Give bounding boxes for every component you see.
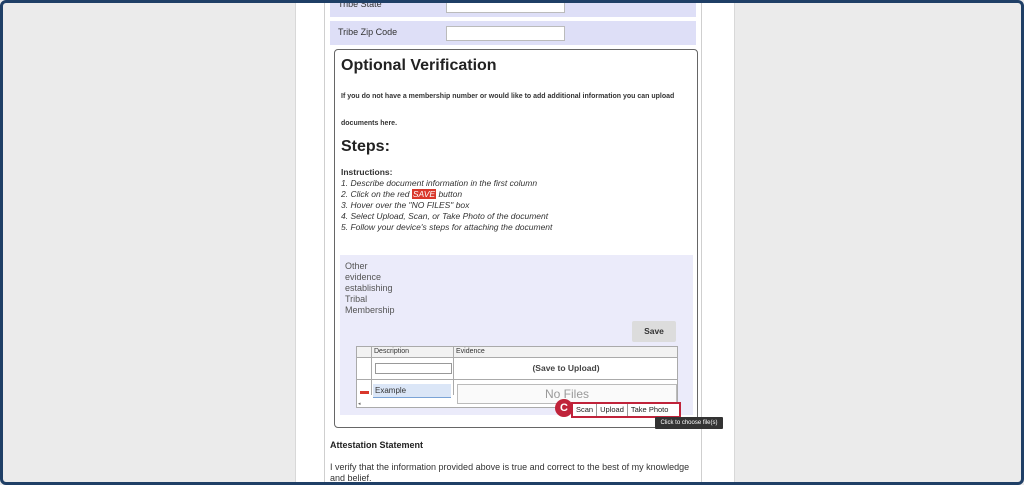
step-1: 1. Describe document information in the … [341, 178, 538, 188]
tribe-state-row: Tribe State [330, 0, 696, 17]
step-2-text: 2. Click on the red [341, 189, 412, 199]
step-2: 2. Click on the red SAVE button [341, 189, 552, 200]
upload-button[interactable]: Upload [597, 404, 628, 416]
take-photo-button[interactable]: Take Photo [628, 404, 672, 416]
step-5: 5. Follow your device's steps for attach… [341, 222, 553, 232]
new-description-input[interactable] [375, 363, 452, 374]
col-description: Description [374, 348, 410, 355]
instructions: Instructions: 1. Describe document infor… [341, 167, 552, 233]
tooltip: Click to choose file(s) [655, 417, 723, 429]
screenshot-frame: Tribe State Tribe Zip Code Optional Veri… [0, 0, 1024, 485]
save-to-upload: (Save to Upload) [532, 363, 600, 373]
optional-verification-box: Optional Verification If you do not have… [334, 49, 698, 428]
verification-title: Optional Verification [341, 57, 497, 74]
steps-title: Steps: [341, 138, 390, 155]
grid-divider [453, 347, 454, 395]
attestation-title: Attestation Statement [330, 440, 424, 450]
evidence-grid: Description Evidence (Save to Upload) Ex… [356, 346, 678, 408]
evidence-label: Other evidence establishing Tribal Membe… [345, 261, 395, 315]
save-button[interactable]: Save [632, 321, 676, 342]
evidence-panel: Other evidence establishing Tribal Membe… [340, 255, 693, 418]
tribe-zip-row: Tribe Zip Code [330, 21, 696, 45]
tribe-zip-input[interactable] [446, 26, 565, 41]
page-panel: Tribe State Tribe Zip Code Optional Veri… [295, 0, 735, 483]
instructions-label: Instructions: [341, 167, 393, 177]
tribe-zip-label: Tribe Zip Code [338, 27, 398, 37]
form-content: Tribe State Tribe Zip Code Optional Veri… [324, 0, 723, 483]
grid-divider [357, 379, 677, 380]
save-highlight: SAVE [411, 189, 437, 199]
tribe-state-input[interactable] [446, 3, 565, 13]
scan-button[interactable]: Scan [573, 404, 598, 416]
delete-row-icon[interactable] [360, 391, 369, 394]
scroll-left-icon[interactable]: ◂ [358, 401, 361, 407]
col-evidence: Evidence [456, 348, 485, 355]
step-4: 4. Select Upload, Scan, or Take Photo of… [341, 211, 549, 221]
grid-header: Description Evidence [357, 347, 677, 358]
file-actions-menu: Scan Upload Take Photo [571, 402, 681, 418]
row-description[interactable]: Example [373, 384, 451, 398]
attestation-text: I verify that the information provided a… [330, 462, 690, 483]
step-2-text-end: button [436, 189, 463, 199]
grid-divider [371, 347, 372, 395]
step-3: 3. Hover over the "NO FILES" box [341, 200, 470, 210]
tribe-state-label: Tribe State [338, 0, 382, 9]
verification-intro: If you do not have a membership number o… [341, 93, 675, 127]
